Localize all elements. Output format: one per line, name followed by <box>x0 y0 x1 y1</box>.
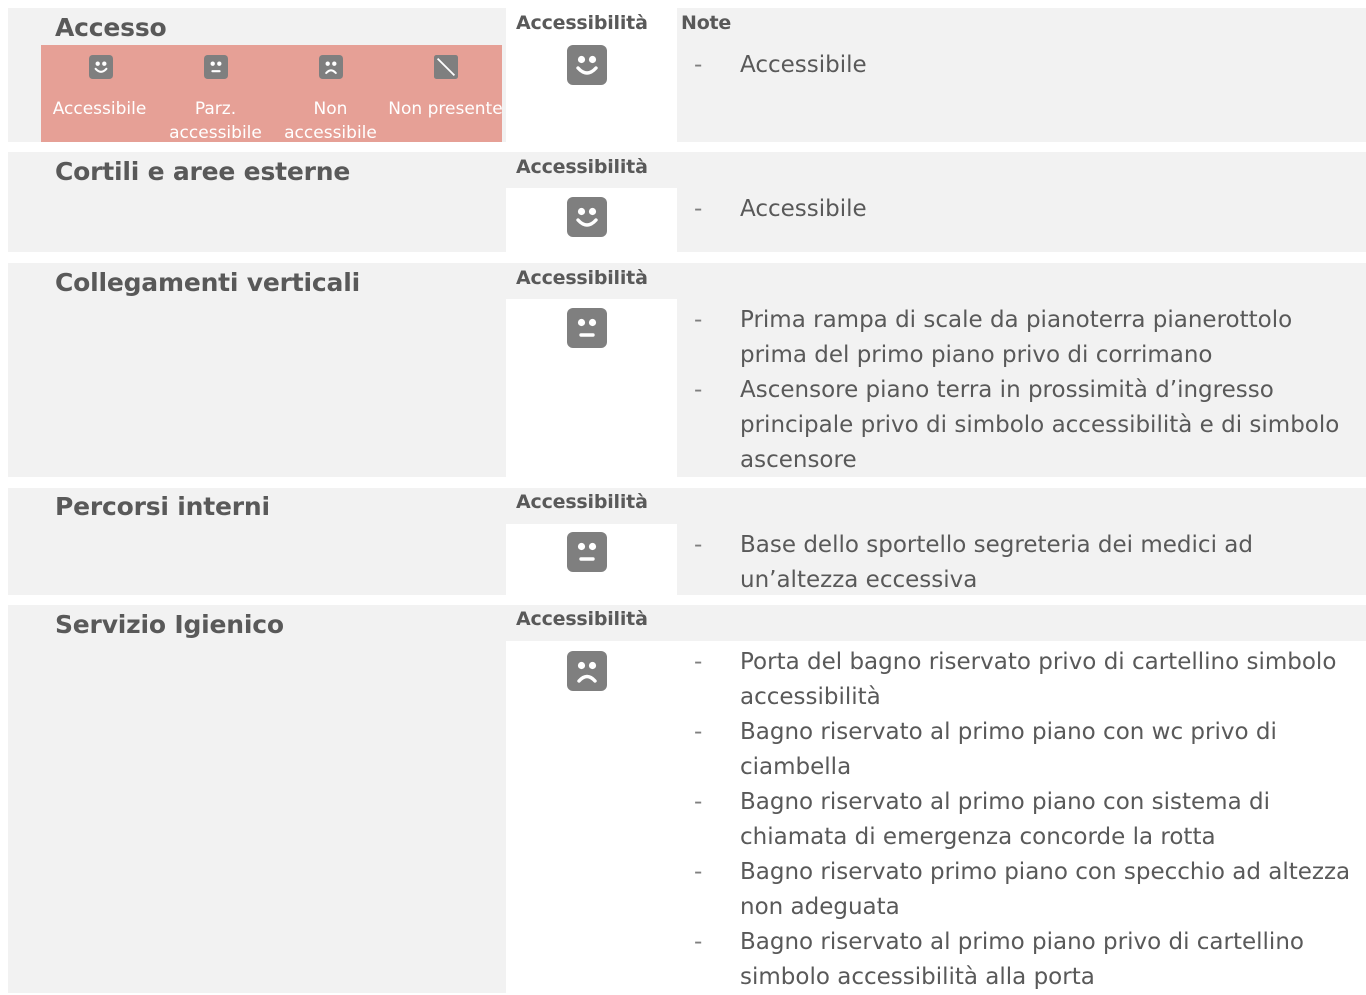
note-item: - Bagno riservato al primo piano con wc p… <box>694 719 1277 780</box>
legend-item-partially-accessible: Parz. accessibile <box>158 45 273 143</box>
note-item: - Porta del bagno riservato privo di cart… <box>694 649 1337 710</box>
section-title: Accesso <box>55 13 167 42</box>
not-present-icon <box>433 55 458 79</box>
legend-label: Accessibile <box>52 99 147 119</box>
sad-face-icon <box>318 55 343 79</box>
legend-label: Parz. accessibile <box>169 99 262 143</box>
section-title: Cortili e aree esterne <box>55 157 351 186</box>
accessibility-column-header: Accessibilità <box>516 267 648 289</box>
happy-face-icon <box>567 197 607 237</box>
note-item: - Bagno riservato al primo piano privo di… <box>694 929 1304 990</box>
note-item: - Prima rampa di scale da pianoterra pian… <box>694 307 1293 368</box>
neutral-face-icon <box>567 308 607 348</box>
section-title: Collegamenti verticali <box>55 268 360 297</box>
legend-item-not-accessible: Non accessibile <box>273 45 388 143</box>
notes-list: - Base dello sportello segreteria dei med… <box>690 528 1366 598</box>
accessibility-column-header: Accessibilità <box>516 156 648 178</box>
accessibility-legend: Accessibile Parz. accessibile Non access… <box>41 45 503 143</box>
section-title: Percorsi interni <box>55 492 270 521</box>
accessibility-column-header: Accessibilità <box>516 12 648 34</box>
note-item: - Bagno riservato al primo piano con sist… <box>694 789 1270 850</box>
legend-item-not-present: Non presente <box>388 45 503 142</box>
notes-list: - Prima rampa di scale da pianoterra pian… <box>690 303 1366 478</box>
note-item: - Accessibile <box>694 52 867 78</box>
note-item: - Bagno riservato primo piano con specchi… <box>694 859 1351 920</box>
legend-label: Non presente <box>388 99 503 119</box>
notes-list: - Accessibile <box>690 48 1366 83</box>
section-servizio-left-panel <box>8 605 506 993</box>
note-item: - Base dello sportello segreteria dei med… <box>694 532 1253 593</box>
neutral-face-icon <box>203 55 228 79</box>
notes-list: - Porta del bagno riservato privo di cart… <box>690 645 1366 995</box>
notes-column-header: Note <box>681 12 732 34</box>
note-item: - Accessibile <box>694 196 867 222</box>
accessibility-column-header: Accessibilità <box>516 608 648 630</box>
section-title: Servizio Igienico <box>55 610 284 639</box>
legend-item-accessible: Accessibile <box>43 45 158 142</box>
neutral-face-icon <box>567 532 607 572</box>
happy-face-icon <box>567 45 607 85</box>
sad-face-icon <box>567 651 607 691</box>
notes-list: - Accessibile <box>690 192 1366 227</box>
happy-face-icon <box>88 55 113 79</box>
note-item: - Ascensore piano terra in prossimità d’i… <box>694 377 1340 473</box>
legend-label: Non accessibile <box>284 99 377 143</box>
accessibility-column-header: Accessibilità <box>516 491 648 513</box>
